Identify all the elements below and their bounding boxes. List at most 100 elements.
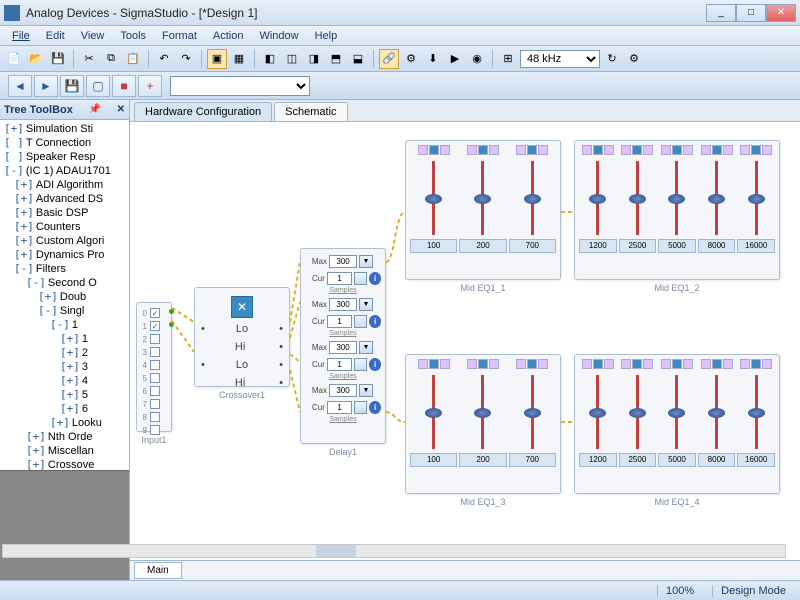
channel-checkbox[interactable]: ✓ — [150, 308, 160, 318]
pin-icon[interactable]: 📌 — [89, 104, 101, 115]
eq-freq-value[interactable]: 16000 — [737, 453, 775, 467]
nav-fwd-icon[interactable]: ► — [34, 75, 58, 97]
eq-freq-value[interactable]: 700 — [509, 453, 556, 467]
tree-node[interactable]: [+]Nth Orde — [2, 430, 127, 444]
hierarchy-icon[interactable]: ⊞ — [498, 49, 518, 69]
menu-help[interactable]: Help — [307, 28, 346, 44]
tree-node[interactable]: [+]1 — [2, 332, 127, 346]
tree-node[interactable]: [-]Filters — [2, 262, 127, 276]
align-bottom-icon[interactable]: ⬓ — [348, 49, 368, 69]
tree-node[interactable]: [+]5 — [2, 388, 127, 402]
paste-icon[interactable]: 📋 — [123, 49, 143, 69]
tree-node[interactable]: [-](IC 1) ADAU1701 — [2, 164, 127, 178]
channel-checkbox[interactable] — [150, 360, 160, 370]
block-crossover[interactable]: ✕ •Lo• Hi• •Lo• Hi• Crossover1 — [194, 287, 290, 387]
refresh-icon[interactable]: ↻ — [602, 49, 622, 69]
block-delay[interactable]: Delay1 Max300▼Cur1 iSamplesMax300▼Cur1 i… — [300, 248, 386, 444]
info-icon[interactable]: i — [369, 358, 381, 371]
info-icon[interactable]: i — [369, 272, 381, 285]
eq-slider-thumb[interactable] — [748, 194, 765, 204]
info-icon[interactable]: i — [369, 401, 381, 414]
tree-node[interactable]: [+]ADI Algorithm — [2, 178, 127, 192]
eq-freq-value[interactable]: 100 — [410, 453, 457, 467]
channel-checkbox[interactable] — [150, 412, 160, 422]
box-icon[interactable]: ▢ — [86, 75, 110, 97]
new-icon[interactable]: 📄 — [4, 49, 24, 69]
dropdown-icon[interactable]: ▼ — [359, 384, 373, 397]
dropdown-icon[interactable]: ▼ — [359, 255, 373, 268]
channel-checkbox[interactable] — [150, 386, 160, 396]
block-eq[interactable]: 120025005000800016000Mid EQ1_2 — [574, 140, 780, 280]
minimize-button[interactable]: _ — [706, 4, 736, 22]
tree-node[interactable]: [+]Counters — [2, 220, 127, 234]
eq-slider-thumb[interactable] — [474, 194, 491, 204]
menu-window[interactable]: Window — [251, 28, 306, 44]
tree-node[interactable]: [-]1 — [2, 318, 127, 332]
redo-icon[interactable]: ↷ — [176, 49, 196, 69]
download-icon[interactable]: ⬇ — [423, 49, 443, 69]
eq-freq-value[interactable]: 5000 — [658, 239, 696, 253]
eq-slider-thumb[interactable] — [708, 408, 725, 418]
copy-icon[interactable]: ⧉ — [101, 49, 121, 69]
eq-slider-thumb[interactable] — [589, 408, 606, 418]
tree-node[interactable]: [+]Advanced DS — [2, 192, 127, 206]
eq-freq-value[interactable]: 2500 — [619, 239, 657, 253]
eq-freq-value[interactable]: 16000 — [737, 239, 775, 253]
eq-freq-value[interactable]: 100 — [410, 239, 457, 253]
grid-icon[interactable]: ▦ — [229, 49, 249, 69]
eq-slider-thumb[interactable] — [629, 408, 646, 418]
channel-checkbox[interactable] — [150, 425, 160, 435]
menu-view[interactable]: View — [73, 28, 113, 44]
eq-freq-value[interactable]: 1200 — [579, 453, 617, 467]
eq-freq-value[interactable]: 1200 — [579, 239, 617, 253]
channel-checkbox[interactable]: ✓ — [150, 321, 160, 331]
eq-slider-thumb[interactable] — [668, 408, 685, 418]
link-icon[interactable]: 🔗 — [379, 49, 399, 69]
channel-checkbox[interactable] — [150, 347, 160, 357]
cut-icon[interactable]: ✂ — [79, 49, 99, 69]
block-eq[interactable]: 120025005000800016000Mid EQ1_4 — [574, 354, 780, 494]
eq-slider-thumb[interactable] — [748, 408, 765, 418]
channel-checkbox[interactable] — [150, 373, 160, 383]
align-right-icon[interactable]: ◨ — [304, 49, 324, 69]
tree-node[interactable]: [+]Simulation Sti — [2, 122, 127, 136]
eq-slider-thumb[interactable] — [425, 194, 442, 204]
tab-schematic[interactable]: Schematic — [274, 102, 347, 121]
eq-slider-thumb[interactable] — [668, 194, 685, 204]
menu-format[interactable]: Format — [154, 28, 205, 44]
tree-node[interactable]: [+]Doub — [2, 290, 127, 304]
eq-freq-value[interactable]: 5000 — [658, 453, 696, 467]
device-select[interactable] — [170, 76, 310, 96]
tree-node[interactable]: [+]2 — [2, 346, 127, 360]
eq-slider-thumb[interactable] — [524, 194, 541, 204]
nav-back-icon[interactable]: ◄ — [8, 75, 32, 97]
tree-node[interactable]: [+]4 — [2, 374, 127, 388]
tab-hardware[interactable]: Hardware Configuration — [134, 102, 272, 121]
eq-slider-thumb[interactable] — [474, 408, 491, 418]
block-input[interactable]: Input1 0✓1✓23456789 — [136, 302, 172, 432]
undo-icon[interactable]: ↶ — [154, 49, 174, 69]
tree-body[interactable]: [+]Simulation Sti[ ]T Connection[ ]Speak… — [0, 120, 129, 470]
align-center-icon[interactable]: ◫ — [282, 49, 302, 69]
tree-node[interactable]: [+]Looku — [2, 416, 127, 430]
block-eq[interactable]: 100200700Mid EQ1_1 — [405, 140, 561, 280]
channel-checkbox[interactable] — [150, 334, 160, 344]
open-icon[interactable]: 📂 — [26, 49, 46, 69]
eq-slider-thumb[interactable] — [629, 194, 646, 204]
eq-freq-value[interactable]: 700 — [509, 239, 556, 253]
scroll-thumb[interactable] — [316, 545, 356, 557]
sample-rate-select[interactable]: 48 kHz — [520, 50, 600, 68]
tree-node[interactable]: [+]Custom Algori — [2, 234, 127, 248]
dropdown-icon[interactable]: ▼ — [359, 341, 373, 354]
close-button[interactable]: ✕ — [766, 4, 796, 22]
eq-freq-value[interactable]: 2500 — [619, 453, 657, 467]
tree-node[interactable]: [+]Miscellan — [2, 444, 127, 458]
compile-icon[interactable]: ⚙ — [401, 49, 421, 69]
align-top-icon[interactable]: ⬒ — [326, 49, 346, 69]
menu-action[interactable]: Action — [205, 28, 252, 44]
play-icon[interactable]: ▶ — [445, 49, 465, 69]
menu-tools[interactable]: Tools — [112, 28, 154, 44]
tree-close-icon[interactable]: ✕ — [117, 104, 125, 115]
tree-node[interactable]: [ ]Speaker Resp — [2, 150, 127, 164]
eq-freq-value[interactable]: 200 — [459, 239, 506, 253]
